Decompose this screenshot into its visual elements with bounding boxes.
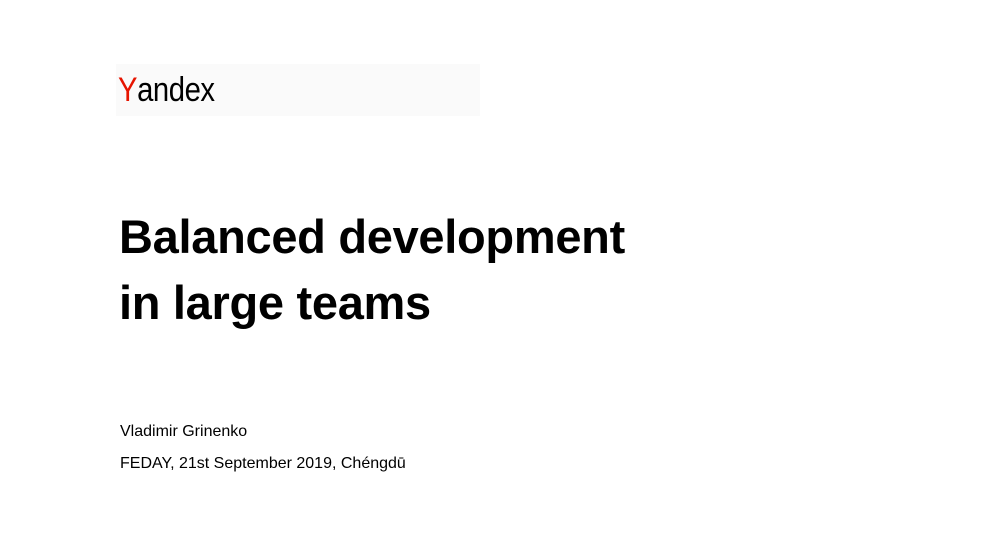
logo-first-letter: Y bbox=[118, 71, 138, 109]
logo-rest: andex bbox=[137, 71, 215, 109]
slide-title: Balanced development in large teams bbox=[119, 204, 625, 336]
author-name: Vladimir Grinenko bbox=[120, 423, 248, 440]
title-line-1: Balanced development bbox=[119, 210, 625, 263]
yandex-logo: Yandex bbox=[118, 70, 215, 110]
event-info: FEDAY, 21st September 2019, Chéngdū bbox=[120, 455, 406, 472]
title-line-2: in large teams bbox=[119, 276, 431, 329]
